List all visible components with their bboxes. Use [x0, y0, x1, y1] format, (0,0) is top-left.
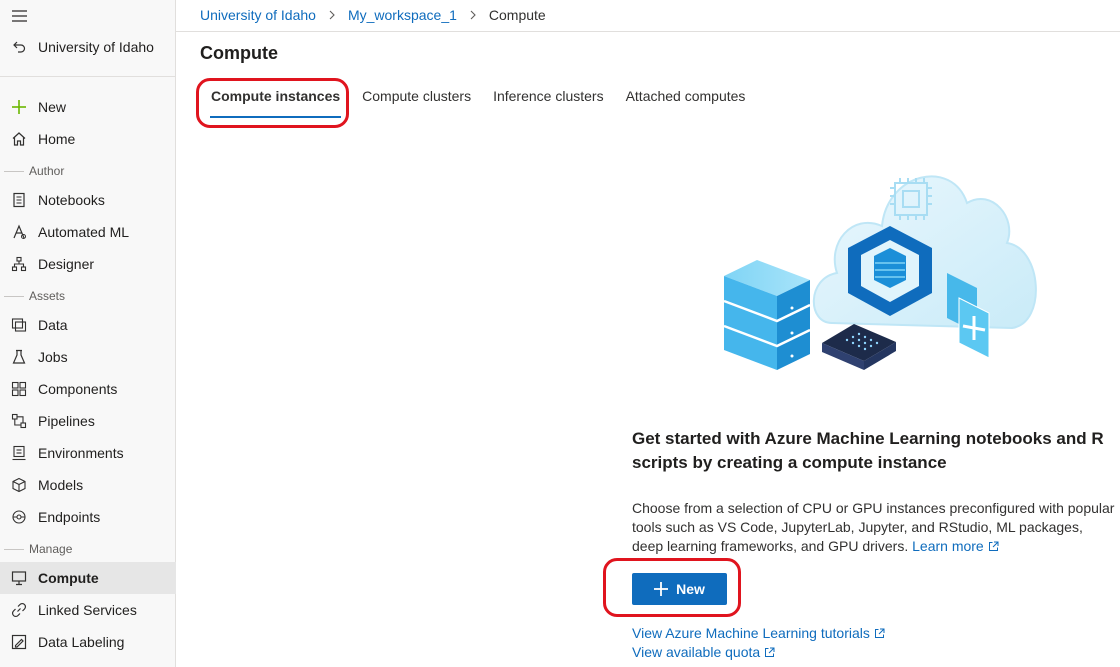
chevron-right-icon [328, 8, 336, 23]
sidebar-item-label: Environments [38, 445, 124, 461]
available-quota-link[interactable]: View available quota [632, 644, 775, 660]
sidebar-item-label: Jobs [38, 349, 68, 365]
sidebar-item-new[interactable]: New [0, 91, 176, 123]
empty-state-description: Choose from a selection of CPU or GPU in… [632, 499, 1116, 556]
sidebar-item-data-labeling[interactable]: Data Labeling [0, 626, 176, 658]
sidebar-item-label: Home [38, 131, 76, 147]
header-divider [176, 31, 1120, 32]
empty-state-description-text: Choose from a selection of CPU or GPU in… [632, 500, 1115, 554]
chevron-right-icon [469, 8, 477, 23]
sidebar-item-automated-ml[interactable]: Automated ML [0, 216, 176, 248]
compute-tabs: Compute instances Compute clusters Infer… [200, 84, 756, 120]
empty-state-title: Get started with Azure Machine Learning … [632, 429, 1104, 472]
sidebar-item-label: Automated ML [38, 224, 130, 240]
back-to-org-label: University of Idaho [38, 39, 154, 55]
new-button-label: New [676, 581, 705, 597]
sidebar-item-label: Components [38, 381, 118, 397]
environments-icon [10, 444, 28, 462]
sidebar-item-label: Data [38, 317, 68, 333]
tutorials-link[interactable]: View Azure Machine Learning tutorials [632, 625, 885, 641]
section-author: Author [0, 163, 176, 179]
section-label: Author [29, 164, 65, 178]
breadcrumb-current: Compute [488, 7, 546, 23]
page-title: Compute [200, 43, 278, 63]
data-icon [10, 316, 28, 334]
tab-inference-clusters[interactable]: Inference clusters [482, 84, 615, 120]
home-icon [10, 130, 28, 148]
sidebar-item-notebooks[interactable]: Notebooks [0, 184, 176, 216]
sidebar-divider [0, 76, 176, 77]
linked-services-icon [10, 601, 28, 619]
sidebar-item-compute[interactable]: Compute [0, 562, 176, 594]
breadcrumb-org-link[interactable]: University of Idaho [200, 7, 316, 23]
new-compute-instance-button[interactable]: New [632, 573, 727, 605]
sidebar-item-label: Linked Services [38, 602, 137, 618]
sidebar-item-linked-services[interactable]: Linked Services [0, 594, 176, 626]
sidebar-item-label: Pipelines [38, 413, 95, 429]
external-link-icon [765, 647, 775, 657]
tab-compute-instances[interactable]: Compute instances [200, 84, 351, 120]
sidebar-item-components[interactable]: Components [0, 373, 176, 405]
sidebar-item-endpoints[interactable]: Endpoints [0, 501, 176, 533]
data-labeling-icon [10, 633, 28, 651]
sidebar-item-label: Compute [38, 570, 99, 586]
sidebar-item-pipelines[interactable]: Pipelines [0, 405, 176, 437]
external-link-icon [874, 628, 885, 638]
monitor-icon [10, 569, 28, 587]
sidebar-item-label: Notebooks [38, 192, 105, 208]
sidebar-item-label: Data Labeling [38, 634, 125, 650]
flask-icon [10, 348, 28, 366]
section-label: Manage [29, 542, 73, 556]
sidebar-item-models[interactable]: Models [0, 469, 176, 501]
pipelines-icon [10, 412, 28, 430]
notebook-icon [10, 191, 28, 209]
sidebar-item-designer[interactable]: Designer [0, 248, 176, 280]
automated-ml-icon [10, 223, 28, 241]
components-icon [10, 380, 28, 398]
designer-icon [10, 255, 28, 273]
plus-icon [654, 582, 669, 596]
left-nav-sidebar: University of Idaho New Home Author Note… [0, 0, 176, 667]
tutorials-link-label: View Azure Machine Learning tutorials [632, 625, 870, 641]
hamburger-menu-icon[interactable] [11, 8, 29, 24]
sidebar-item-environments[interactable]: Environments [0, 437, 176, 469]
section-manage: Manage [0, 541, 176, 557]
tab-attached-computes[interactable]: Attached computes [615, 84, 757, 120]
sidebar-item-data[interactable]: Data [0, 309, 176, 341]
breadcrumb: University of Idaho My_workspace_1 Compu… [200, 5, 546, 25]
learn-more-label: Learn more [912, 538, 984, 554]
back-to-org-link[interactable]: University of Idaho [0, 31, 176, 63]
quota-link-label: View available quota [632, 644, 761, 660]
sidebar-item-label: Endpoints [38, 509, 101, 525]
sidebar-item-home[interactable]: Home [0, 123, 176, 155]
section-label: Assets [29, 289, 66, 303]
sidebar-item-jobs[interactable]: Jobs [0, 341, 176, 373]
external-link-icon [988, 541, 999, 551]
tab-compute-clusters[interactable]: Compute clusters [351, 84, 482, 120]
sidebar-item-label: New [38, 99, 67, 115]
breadcrumb-workspace-link[interactable]: My_workspace_1 [348, 7, 457, 23]
cube-icon [10, 476, 28, 494]
endpoints-icon [10, 508, 28, 526]
sidebar-item-label: Designer [38, 256, 95, 272]
sidebar-item-label: Models [38, 477, 84, 493]
plus-icon [10, 98, 28, 116]
back-arrow-icon [10, 38, 28, 56]
learn-more-link[interactable]: Learn more [912, 538, 999, 554]
compute-cloud-illustration [712, 148, 1052, 383]
section-assets: Assets [0, 288, 176, 304]
